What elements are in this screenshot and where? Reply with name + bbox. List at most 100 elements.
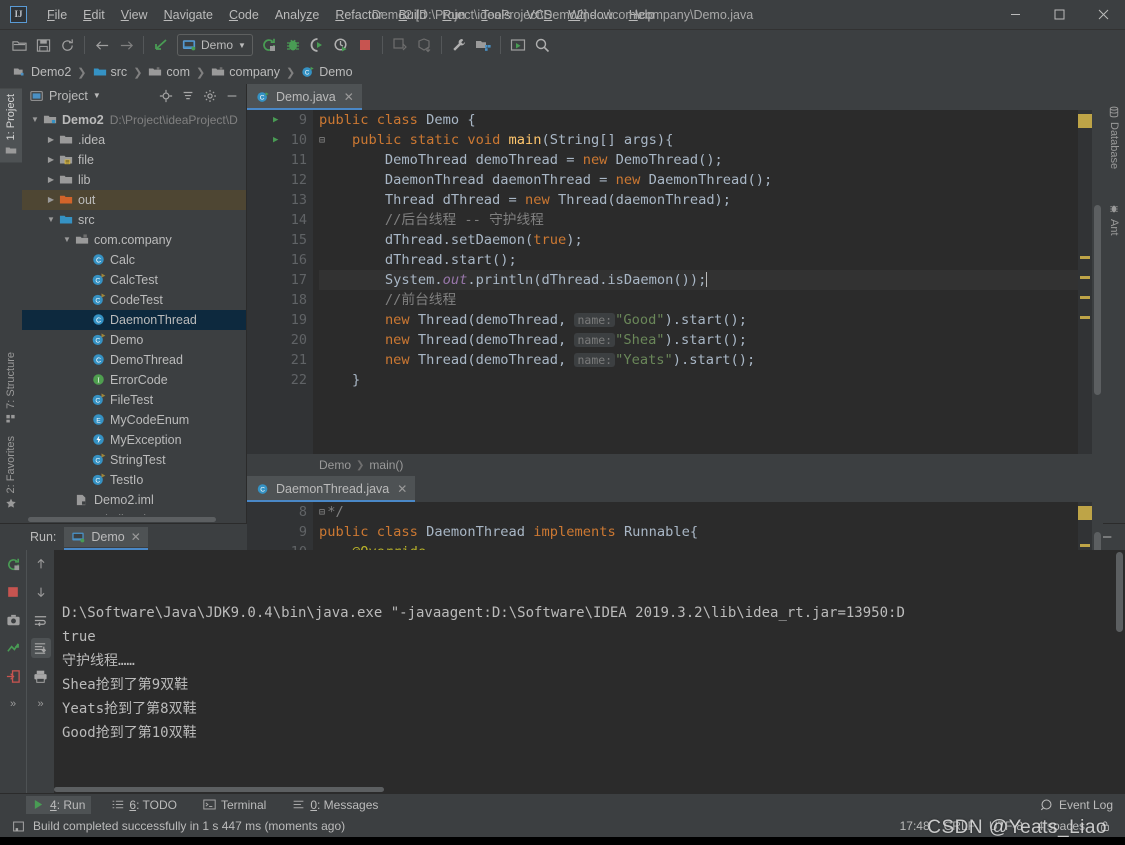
tab-daemonthread-java[interactable]: C DaemonThread.java ✕ — [247, 476, 415, 502]
code-line[interactable]: DaemonThread daemonThread = new DaemonTh… — [319, 170, 1078, 190]
gutter-line[interactable]: ▶9 — [247, 110, 313, 130]
open-folder-icon[interactable] — [8, 34, 30, 56]
code-line[interactable]: //后台线程 -- 守护线程 — [319, 210, 1078, 230]
warning-marker[interactable] — [1078, 114, 1092, 128]
tree-node-lib[interactable]: ▶lib — [22, 170, 246, 190]
gutter-line[interactable]: 21 — [247, 350, 313, 370]
hide-panel-icon[interactable] — [222, 86, 242, 106]
tree-node-src[interactable]: ▼src — [22, 210, 246, 230]
gear-icon[interactable] — [200, 86, 220, 106]
project-panel-title-group[interactable]: Project ▼ — [30, 89, 101, 103]
menu-item-code[interactable]: Code — [221, 5, 267, 25]
warning-marker[interactable] — [1080, 544, 1090, 547]
code-line[interactable]: Thread dThread = new Thread(daemonThread… — [319, 190, 1078, 210]
chevron-down-icon[interactable]: ▼ — [238, 41, 246, 50]
tree-node-demothread[interactable]: CDemoThread — [22, 350, 246, 370]
warning-marker[interactable] — [1080, 276, 1090, 279]
status-indent[interactable]: 4 spaces — [1037, 819, 1085, 833]
menu-item-window[interactable]: Window — [560, 5, 620, 25]
breadcrumb-method[interactable]: main() — [369, 458, 403, 472]
tree-node-codetest[interactable]: CCodeTest — [22, 290, 246, 310]
editor-gutter-top[interactable]: ▶9▶10⊟111213141516171819202122 — [247, 110, 313, 454]
tree-node-demo2-iml[interactable]: Demo2.iml — [22, 490, 246, 510]
stop-icon[interactable] — [3, 582, 23, 602]
chevron-down-icon[interactable]: ▼ — [28, 115, 42, 124]
tree-node-out[interactable]: ▶out — [22, 190, 246, 210]
close-button[interactable] — [1081, 0, 1125, 29]
gutter-line[interactable]: 8⊟ — [247, 502, 313, 522]
tree-node-testio[interactable]: CTestIo — [22, 470, 246, 490]
warning-marker[interactable] — [1080, 296, 1090, 299]
project-structure-icon[interactable] — [472, 34, 494, 56]
run-gutter-icon[interactable]: ▶ — [273, 135, 278, 145]
menu-item-build[interactable]: Build — [391, 5, 435, 25]
run-tab-demo[interactable]: Demo ✕ — [64, 527, 147, 547]
scroll-to-end-icon[interactable] — [31, 638, 51, 658]
chevron-down-icon[interactable]: ▼ — [60, 235, 74, 244]
bottom-tab-todo[interactable]: 6: TODO — [105, 796, 183, 814]
gutter-line[interactable]: 20 — [247, 330, 313, 350]
breadcrumb-item-project[interactable]: Demo2 — [10, 64, 74, 80]
close-icon[interactable]: ✕ — [344, 90, 354, 104]
minimize-button[interactable] — [993, 0, 1037, 29]
exit-icon[interactable] — [3, 666, 23, 686]
project-tree-hscroll-thumb[interactable] — [28, 517, 216, 522]
bottom-tab-terminal[interactable]: Terminal — [197, 796, 272, 814]
console-hscroll-thumb[interactable] — [54, 787, 384, 792]
console-vscrollbar[interactable] — [1114, 550, 1125, 793]
project-tree[interactable]: ▼Demo2D:\Project\ideaProject\D▶.idea▶fil… — [22, 108, 246, 515]
run-with-coverage-icon[interactable] — [306, 34, 328, 56]
stop-icon[interactable] — [354, 34, 376, 56]
close-icon[interactable]: ✕ — [131, 530, 141, 544]
code-line[interactable]: */ — [319, 502, 1078, 522]
sidebar-item-ant[interactable]: Ant — [1103, 197, 1125, 242]
code-editor-top[interactable]: ▶9▶10⊟111213141516171819202122 public cl… — [247, 110, 1103, 454]
tree-node-myexception[interactable]: MyException — [22, 430, 246, 450]
sidebar-item-structure[interactable]: 7: Structure — [0, 346, 22, 430]
bottom-tab-messages[interactable]: 0: Messages — [286, 796, 384, 814]
menu-item-help[interactable]: Help — [621, 5, 663, 25]
gutter-line[interactable]: 17 — [247, 270, 313, 290]
code-line[interactable]: //前台线程 — [319, 290, 1078, 310]
undo-icon[interactable] — [150, 34, 172, 56]
code-line[interactable]: public class DaemonThread implements Run… — [319, 522, 1078, 542]
settings-wrench-icon[interactable] — [448, 34, 470, 56]
code-line[interactable]: public class Demo { — [319, 110, 1078, 130]
up-arrow-icon[interactable] — [31, 554, 51, 574]
sidebar-item-favorites[interactable]: 2: Favorites — [0, 430, 22, 515]
gutter-line[interactable]: ▶10⊟ — [247, 130, 313, 150]
editor-code-top[interactable]: public class Demo { public static void m… — [313, 110, 1078, 454]
gutter-line[interactable]: 22 — [247, 370, 313, 390]
code-line[interactable]: DemoThread demoThread = new DemoThread()… — [319, 150, 1078, 170]
down-arrow-icon[interactable] — [31, 582, 51, 602]
gutter-line[interactable]: 19 — [247, 310, 313, 330]
breadcrumb-item-src[interactable]: src — [90, 64, 131, 80]
tree-node-demo2[interactable]: ▼Demo2D:\Project\ideaProject\D — [22, 110, 246, 130]
tree-node-stringtest[interactable]: CStringTest — [22, 450, 246, 470]
dump-threads-icon[interactable] — [3, 610, 23, 630]
run-console-output[interactable]: D:\Software\Java\JDK9.0.4\bin\java.exe "… — [54, 550, 1114, 793]
editor-vscrollbar-top[interactable] — [1092, 110, 1103, 454]
menu-item-tools[interactable]: Tools — [473, 5, 518, 25]
warning-marker[interactable] — [1080, 316, 1090, 319]
chevron-right-icon[interactable]: ▶ — [44, 155, 58, 164]
status-charset[interactable]: UTF-8 — [989, 819, 1023, 833]
breadcrumb-item-company[interactable]: company — [208, 64, 283, 80]
bottom-tab-run[interactable]: 4: Run — [26, 796, 91, 814]
editor-footer-breadcrumb-top[interactable]: Demo ❯ main() — [247, 454, 1103, 476]
menu-item-navigate[interactable]: Navigate — [156, 5, 221, 25]
code-line[interactable]: new Thread(demoThread, name:"Good").star… — [319, 310, 1078, 330]
close-icon[interactable]: ✕ — [397, 482, 407, 496]
code-line[interactable]: dThread.setDaemon(true); — [319, 230, 1078, 250]
menu-item-analyze[interactable]: Analyze — [267, 5, 327, 25]
editor-marker-bar-top[interactable] — [1078, 110, 1092, 454]
more-icon[interactable]: » — [31, 694, 51, 714]
code-line[interactable]: public static void main(String[] args){ — [319, 130, 1078, 150]
menu-item-file[interactable]: File — [39, 5, 75, 25]
chevron-right-icon[interactable]: ▶ — [44, 195, 58, 204]
more-icon[interactable]: » — [3, 694, 23, 714]
menu-item-view[interactable]: View — [113, 5, 156, 25]
code-line[interactable]: dThread.start(); — [319, 250, 1078, 270]
chevron-down-icon[interactable]: ▼ — [44, 215, 58, 224]
run-anything-icon[interactable] — [507, 34, 529, 56]
